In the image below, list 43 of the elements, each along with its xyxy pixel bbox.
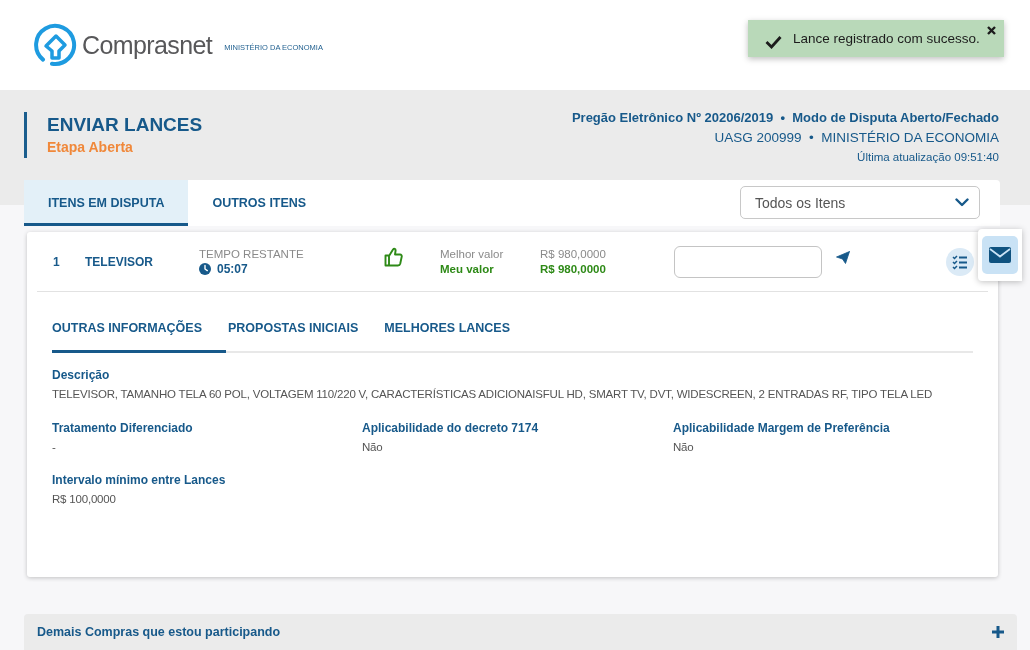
field-value: - (52, 440, 57, 455)
logo-icon (33, 23, 77, 67)
clock-icon (199, 263, 211, 275)
field-value: TELEVISOR, TAMANHO TELA 60 POL, VOLTAGEM 110/220 V, CARACTERÍSTICAS ADICIONAISFUL HD, SMART TV, DVT, WIDESCREEN, 2 ENTRADAS RF, TIPO TELA LED (52, 387, 934, 402)
email-button[interactable] (978, 229, 1022, 281)
my-value-label: Meu valor (440, 261, 495, 277)
logo-text: Comprasnet (82, 30, 213, 60)
item-name: TELEVISOR (85, 254, 154, 269)
toast-message: Lance registrado com sucesso. (793, 31, 980, 46)
field-value: Não (673, 440, 695, 455)
detail-tab[interactable]: OUTRAS INFORMAÇÕES (52, 305, 226, 353)
detail-tab[interactable]: MELHORES LANCES (384, 305, 535, 353)
chevron-down-icon (955, 198, 969, 207)
time-label: TEMPO RESTANTE (199, 246, 305, 262)
detail-tab[interactable]: PROPOSTAS INICIAIS (228, 305, 383, 353)
close-icon[interactable] (987, 26, 996, 35)
field-label: Aplicabilidade do decreto 7174 (362, 420, 540, 436)
item-number: 1 (53, 254, 61, 269)
field-value: Não (362, 440, 384, 455)
check-icon (765, 34, 782, 49)
best-value: R$ 980,0000 (540, 246, 607, 262)
field-label: Intervalo mínimo entre Lances (52, 472, 227, 488)
envelope-icon (982, 236, 1018, 274)
tab[interactable]: OUTROS ITENS (188, 180, 331, 226)
process-info: Pregão Eletrônico Nº 20206/2019 • Modo de Disputa Aberto/Fechado (571, 109, 999, 127)
field-label: Aplicabilidade Margem de Preferência (673, 420, 891, 436)
field-label: Tratamento Diferenciado (52, 420, 194, 436)
collapsible-panel[interactable]: Demais Compras que estou participando (24, 614, 1017, 650)
time-remaining: 05:07 (217, 261, 248, 277)
stage-label: Etapa Aberta (47, 138, 134, 157)
best-value-label: Melhor valor (440, 246, 505, 262)
last-update: Última atualização 09:51:40 (857, 150, 999, 165)
filter-dropdown[interactable]: Todos os Itens (740, 186, 980, 219)
page-title: ENVIAR LANCES (47, 113, 203, 137)
organ-info: UASG 200999 • MINISTÉRIO DA ECONOMIA (714, 129, 999, 147)
tab[interactable]: ITENS EM DISPUTA (24, 180, 189, 226)
bid-input[interactable] (674, 245, 822, 278)
field-label: Descrição (52, 367, 111, 383)
my-value: R$ 980,0000 (540, 261, 607, 277)
paper-plane-icon[interactable] (836, 251, 850, 264)
checklist-icon[interactable] (946, 247, 974, 276)
field-value: R$ 100,0000 (52, 492, 117, 507)
panel-title: Demais Compras que estou participando (37, 625, 281, 639)
